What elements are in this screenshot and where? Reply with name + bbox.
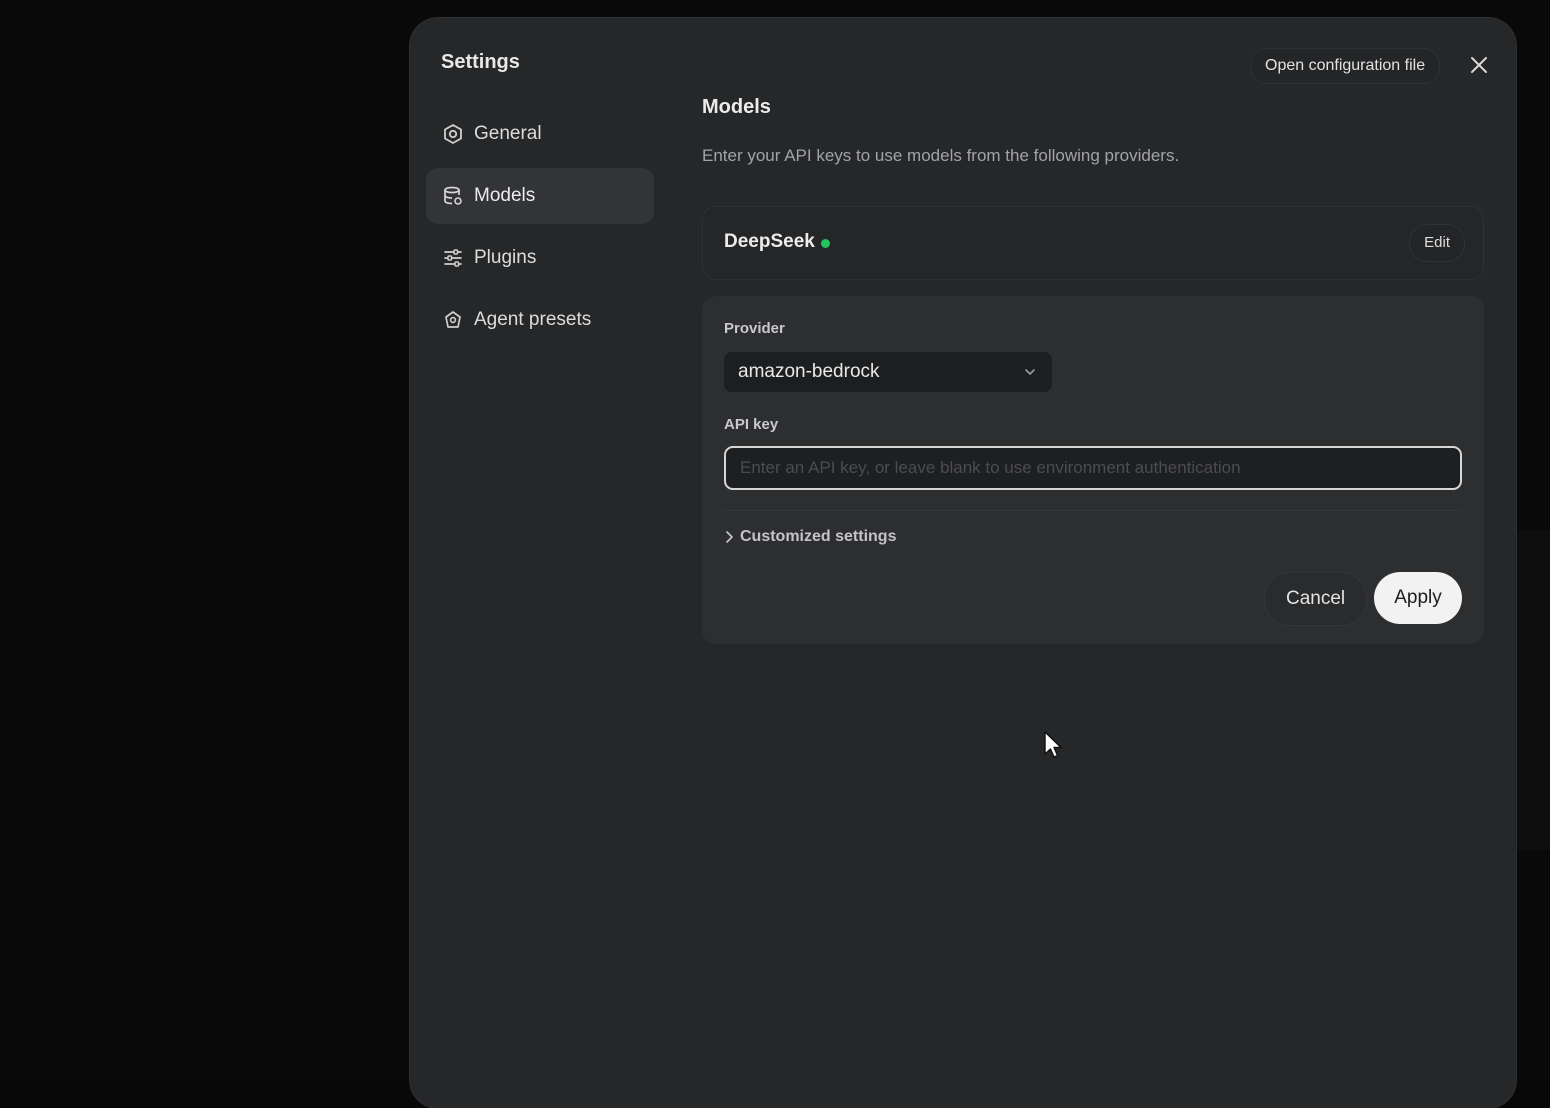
sidebar-item-label: Plugins xyxy=(474,247,537,268)
settings-dialog: Settings Open configuration file General xyxy=(410,18,1516,1108)
sidebar-item-label: Agent presets xyxy=(474,309,592,330)
sidebar-item-models[interactable]: Models xyxy=(426,168,654,224)
chevron-down-icon xyxy=(1025,369,1035,375)
customized-settings-toggle[interactable]: Customized settings xyxy=(722,528,896,546)
gear-icon xyxy=(442,123,464,145)
sidebar-item-label: Models xyxy=(474,185,536,206)
close-icon xyxy=(1471,57,1487,73)
cancel-button[interactable]: Cancel xyxy=(1264,572,1368,626)
api-key-input[interactable] xyxy=(724,446,1462,490)
backdrop-strip xyxy=(1512,530,1550,850)
provider-card: DeepSeek Edit xyxy=(702,206,1484,280)
database-icon xyxy=(442,185,464,207)
provider-select[interactable]: amazon-bedrock xyxy=(724,352,1052,392)
section-title: Models xyxy=(702,96,771,118)
sidebar-item-agent-presets[interactable]: Agent presets xyxy=(426,292,654,348)
provider-name: DeepSeek xyxy=(724,231,815,252)
sidebar: General Models Plugins Agent presets xyxy=(426,106,654,354)
provider-label: Provider xyxy=(724,320,785,337)
mouse-cursor-icon xyxy=(1044,731,1062,758)
sliders-icon xyxy=(442,247,464,269)
open-config-button[interactable]: Open configuration file xyxy=(1250,48,1441,84)
api-key-label: API key xyxy=(724,416,779,433)
chevron-right-icon xyxy=(722,530,736,544)
sidebar-item-plugins[interactable]: Plugins xyxy=(426,230,654,286)
provider-select-value: amazon-bedrock xyxy=(738,361,880,382)
edit-button[interactable]: Edit xyxy=(1409,224,1465,262)
close-button[interactable] xyxy=(1466,52,1492,78)
section-description: Enter your API keys to use models from t… xyxy=(702,146,1180,165)
provider-edit-panel: Provider amazon-bedrock API key Customiz… xyxy=(702,296,1484,644)
sidebar-item-general[interactable]: General xyxy=(426,106,654,162)
agent-icon xyxy=(442,309,464,331)
models-section: Models Enter your API keys to use models… xyxy=(702,96,1484,644)
divider xyxy=(724,510,1462,511)
dialog-title: Settings xyxy=(441,51,520,73)
status-dot-icon xyxy=(821,239,830,248)
sidebar-item-label: General xyxy=(474,123,542,144)
customized-settings-label: Customized settings xyxy=(740,528,897,545)
apply-button[interactable]: Apply xyxy=(1374,572,1462,624)
